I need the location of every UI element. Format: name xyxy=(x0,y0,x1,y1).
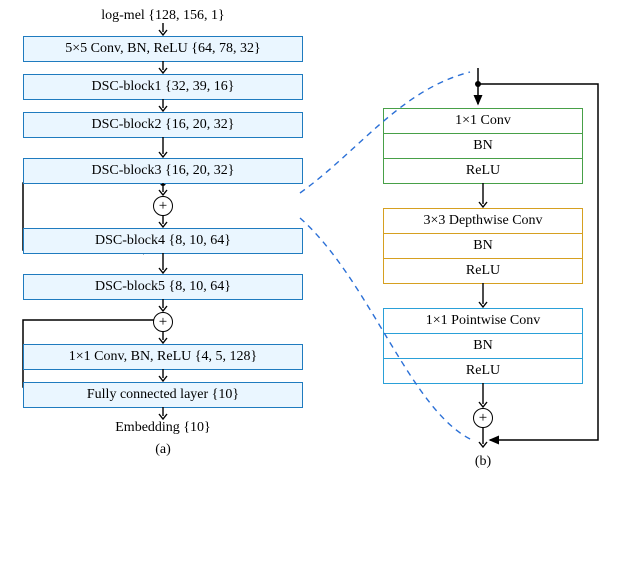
arrow-icon xyxy=(157,215,169,229)
arrow-icon xyxy=(477,427,489,449)
layer-conv2: 1×1 Conv, BN, ReLU {4, 5, 128} xyxy=(23,344,303,370)
op-relu: ReLU xyxy=(383,259,583,284)
input-label: log-mel {128, 156, 1} xyxy=(101,8,224,24)
layer-dsc1: DSC-block1 {32, 39, 16} xyxy=(23,74,303,100)
layer-dsc3: DSC-block3 {16, 20, 32} xyxy=(23,158,303,184)
arrow-icon xyxy=(157,369,169,383)
layer-dsc5: DSC-block5 {8, 10, 64} xyxy=(23,274,303,300)
op-bn: BN xyxy=(383,334,583,359)
layer-dsc2: DSC-block2 {16, 20, 32} xyxy=(23,112,303,138)
panel-b-label: (b) xyxy=(475,454,491,470)
arrow-icon xyxy=(157,99,169,113)
arrow-icon xyxy=(157,331,169,345)
arrow-icon xyxy=(157,137,169,159)
arrow-icon xyxy=(157,183,169,197)
arrow-icon xyxy=(157,253,169,275)
op-bn: BN xyxy=(383,234,583,259)
panel-a-label: (a) xyxy=(155,442,171,458)
block-1x1conv: 1×1 Conv BN ReLU xyxy=(383,108,583,184)
block-pointwise: 1×1 Pointwise Conv BN ReLU xyxy=(383,308,583,384)
layer-dsc4: DSC-block4 {8, 10, 64} xyxy=(23,228,303,254)
arrow-icon xyxy=(157,407,169,421)
op-1x1conv: 1×1 Conv xyxy=(383,108,583,134)
op-3x3depthwise: 3×3 Depthwise Conv xyxy=(383,208,583,234)
block-depthwise: 3×3 Depthwise Conv BN ReLU xyxy=(383,208,583,284)
arrow-icon xyxy=(157,23,169,37)
op-bn: BN xyxy=(383,134,583,159)
arrow-icon xyxy=(477,283,489,309)
add-op-b: + xyxy=(473,408,493,428)
op-relu: ReLU xyxy=(383,159,583,184)
op-1x1pointwise: 1×1 Pointwise Conv xyxy=(383,308,583,334)
arrow-icon xyxy=(157,299,169,313)
op-relu: ReLU xyxy=(383,359,583,384)
layer-fc: Fully connected layer {10} xyxy=(23,382,303,408)
layer-conv1: 5×5 Conv, BN, ReLU {64, 78, 32} xyxy=(23,36,303,62)
add-op-1: + xyxy=(153,196,173,216)
arrow-icon xyxy=(477,383,489,409)
arrow-icon xyxy=(157,61,169,75)
arrow-icon xyxy=(477,183,489,209)
add-op-2: + xyxy=(153,312,173,332)
output-label: Embedding {10} xyxy=(115,420,210,436)
